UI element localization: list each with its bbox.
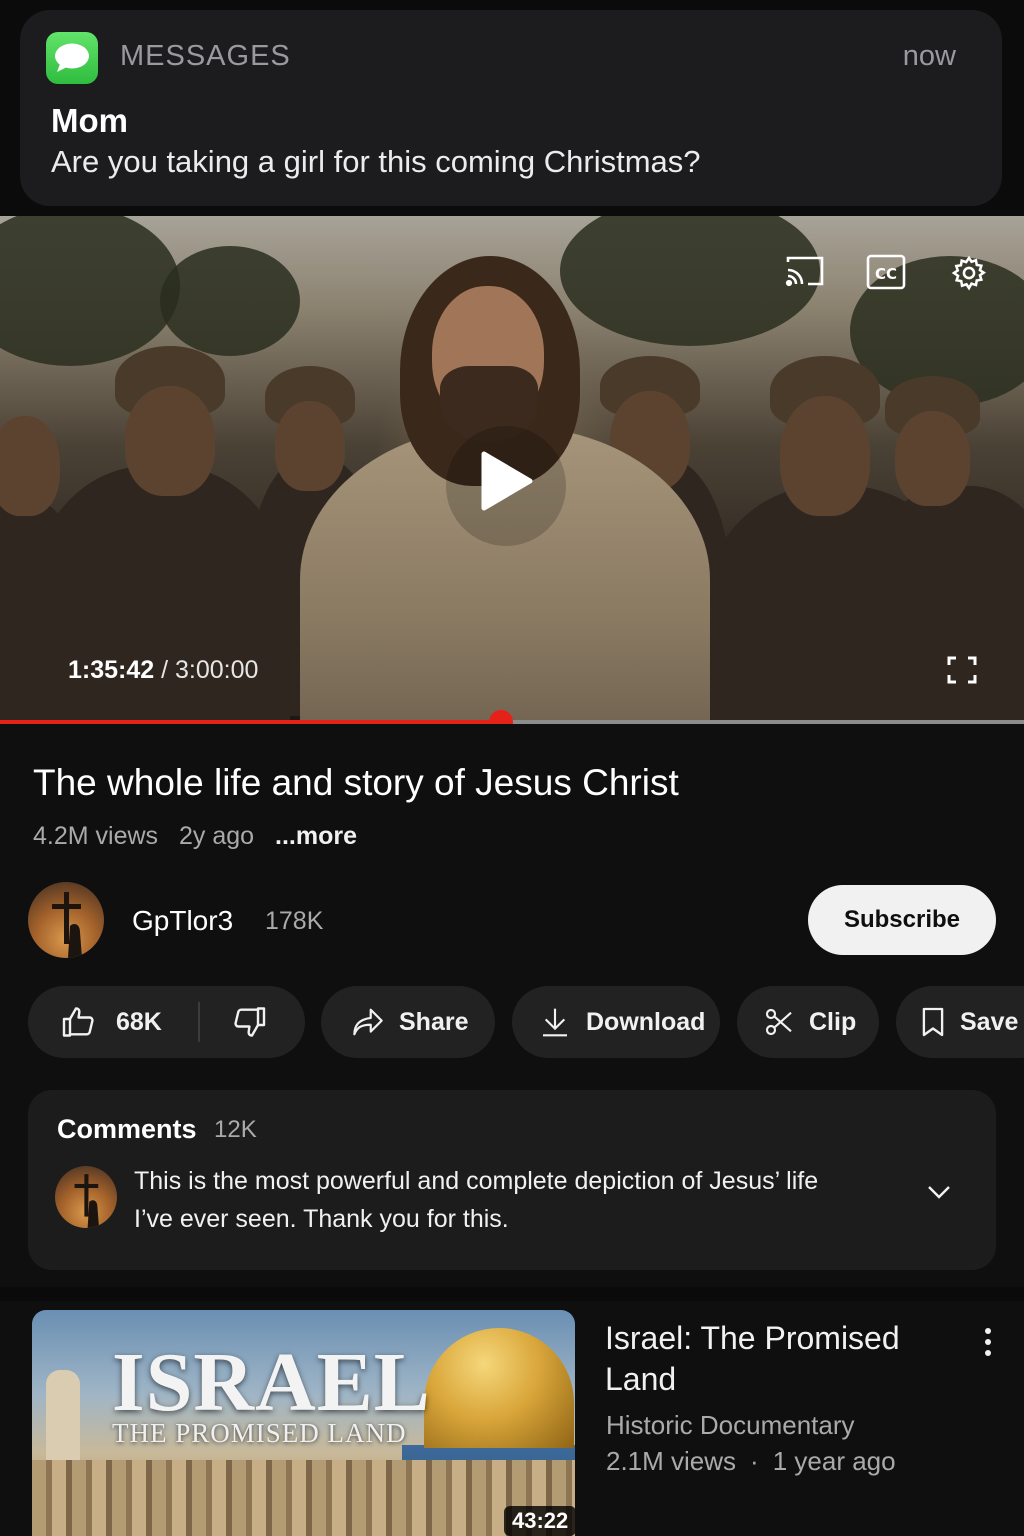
total-time: 3:00:00	[175, 656, 259, 684]
recommended-meta: 2.1M views · 1 year ago	[606, 1446, 896, 1477]
cc-icon[interactable]: CC	[866, 254, 906, 295]
download-button[interactable]: Download	[512, 986, 720, 1058]
clip-label: Clip	[809, 1007, 857, 1036]
recommended-views: 2.1M views	[606, 1446, 737, 1476]
notification-area: MESSAGES now Mom Are you taking a girl f…	[0, 0, 1024, 216]
section-separator	[0, 1287, 1024, 1301]
cast-icon[interactable]	[784, 254, 826, 293]
notification-sender: Mom	[51, 102, 128, 139]
playback-time: 1:35:42 / 3:00:00	[68, 656, 258, 685]
thumbnail-golden-dome	[424, 1328, 574, 1448]
bookmark-icon	[922, 1007, 944, 1037]
channel-avatar[interactable]	[28, 882, 104, 958]
svg-text:CC: CC	[875, 265, 897, 283]
thumbnail-city	[32, 1460, 575, 1536]
background-tree	[160, 246, 300, 356]
video-title[interactable]: The whole life and story of Jesus Christ	[33, 762, 679, 804]
video-player[interactable]: CC 1:35:42 / 3:00:00	[0, 216, 1024, 724]
thumbnail-subtitle-text: THE PROMISED LAND	[112, 1418, 407, 1448]
subscribe-button[interactable]: Subscribe	[808, 885, 996, 955]
more-link[interactable]: ...more	[275, 822, 357, 850]
like-button[interactable]: 68K	[60, 1004, 162, 1040]
current-time: 1:35:42	[68, 656, 155, 684]
more-vert-icon[interactable]	[980, 1326, 996, 1363]
subscriber-count: 178K	[265, 907, 324, 935]
recommended-channel[interactable]: Historic Documentary	[606, 1410, 855, 1441]
clip-button[interactable]: Clip	[737, 986, 879, 1058]
upload-age: 2y ago	[179, 822, 255, 850]
download-icon	[543, 1008, 567, 1037]
messages-app-icon	[46, 32, 98, 84]
save-button[interactable]: Save	[896, 986, 1024, 1058]
dislike-button[interactable]	[230, 1004, 268, 1040]
commenter-avatar	[55, 1166, 117, 1228]
share-button[interactable]: Share	[321, 986, 495, 1058]
gear-icon[interactable]	[950, 254, 988, 297]
comments-title: Comments	[57, 1114, 197, 1144]
notification-time: now	[902, 40, 956, 72]
thumbnail-title-text: ISRAEL	[112, 1336, 431, 1429]
video-meta[interactable]: 4.2M views 2y ago ...more	[33, 822, 371, 851]
comments-count: 12K	[214, 1116, 257, 1143]
comments-panel[interactable]: Comments 12K This is the most powerful a…	[28, 1090, 996, 1270]
message-notification[interactable]: MESSAGES now Mom Are you taking a girl f…	[20, 10, 1002, 206]
recommended-title[interactable]: Israel: The Promised Land	[605, 1318, 935, 1400]
notification-app-name: MESSAGES	[120, 40, 291, 72]
recommended-age: 1 year ago	[772, 1446, 896, 1476]
fullscreen-icon[interactable]	[947, 656, 977, 689]
download-label: Download	[586, 1007, 706, 1036]
background-tree	[0, 216, 180, 366]
recommended-thumbnail[interactable]: ISRAEL THE PROMISED LAND 43:22	[32, 1310, 575, 1536]
notification-message: Are you taking a girl for this coming Ch…	[51, 144, 701, 179]
progress-fill	[0, 720, 501, 724]
like-divider	[197, 1002, 200, 1042]
progress-bar[interactable]	[0, 710, 1024, 724]
meta-dot: ·	[750, 1446, 759, 1476]
share-icon	[353, 1008, 383, 1036]
play-icon[interactable]	[480, 450, 534, 517]
thumbs-up-icon	[62, 1007, 94, 1037]
scissors-icon	[765, 1008, 792, 1036]
time-separator: /	[154, 656, 176, 684]
chevron-down-icon[interactable]	[926, 1184, 952, 1205]
share-label: Share	[399, 1007, 469, 1036]
like-count: 68K	[116, 1007, 162, 1036]
like-dislike-group: 68K	[28, 986, 305, 1058]
channel-name[interactable]: GpTlor3	[132, 905, 233, 937]
save-label: Save	[960, 1007, 1019, 1036]
top-comment-text: This is the most powerful and complete d…	[134, 1167, 819, 1233]
video-duration: 43:22	[504, 1506, 575, 1536]
view-count: 4.2M views	[33, 822, 159, 850]
thumbs-down-icon	[234, 1007, 266, 1037]
background-tree	[560, 216, 820, 346]
